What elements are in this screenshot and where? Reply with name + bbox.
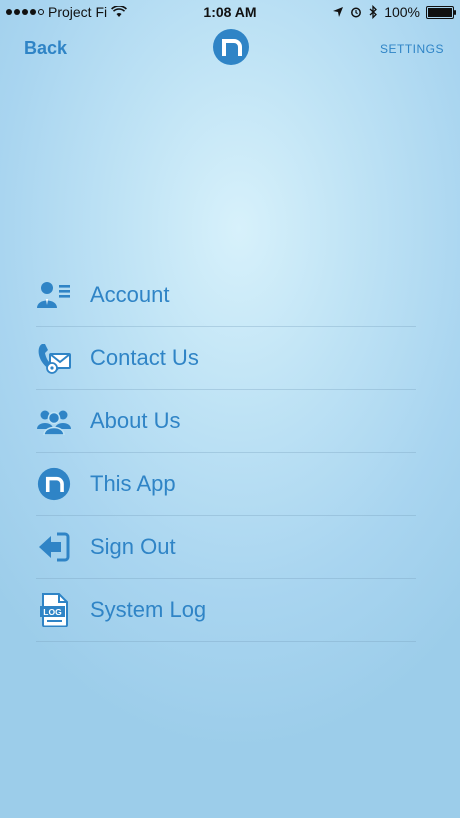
- account-icon: [36, 277, 72, 313]
- back-button[interactable]: Back: [24, 38, 67, 59]
- navigation-bar: Back SETTINGS: [0, 24, 460, 72]
- menu-item-label: Sign Out: [90, 534, 176, 559]
- battery-icon: [426, 5, 456, 19]
- menu-item-label: This App: [90, 471, 176, 496]
- main-menu: Account Contact Us About Us This App Sig…: [36, 264, 416, 642]
- menu-item-this-app[interactable]: This App: [36, 453, 416, 516]
- app-logo-icon: [36, 466, 72, 502]
- log-icon: LOG: [36, 592, 72, 628]
- menu-item-label: About Us: [90, 408, 181, 433]
- menu-item-about-us[interactable]: About Us: [36, 390, 416, 453]
- menu-item-sign-out[interactable]: Sign Out: [36, 516, 416, 579]
- location-icon: [333, 7, 344, 17]
- svg-text:LOG: LOG: [43, 607, 62, 617]
- menu-item-label: Contact Us: [90, 345, 199, 370]
- app-logo-icon: [213, 29, 249, 65]
- contact-icon: [36, 340, 72, 376]
- menu-item-system-log[interactable]: LOG System Log: [36, 579, 416, 642]
- battery-percent: 100%: [384, 4, 420, 20]
- menu-item-label: Account: [90, 282, 170, 307]
- settings-button[interactable]: SETTINGS: [380, 42, 444, 56]
- menu-item-contact-us[interactable]: Contact Us: [36, 327, 416, 390]
- group-icon: [36, 403, 72, 439]
- menu-item-label: System Log: [90, 597, 207, 622]
- alarm-icon: [351, 7, 362, 18]
- status-right: 100%: [332, 4, 456, 20]
- status-bar: Project Fi 1:08 AM 100%: [0, 0, 460, 24]
- bluetooth-icon: [369, 5, 378, 19]
- sign-out-icon: [36, 529, 72, 565]
- menu-item-account[interactable]: Account: [36, 264, 416, 327]
